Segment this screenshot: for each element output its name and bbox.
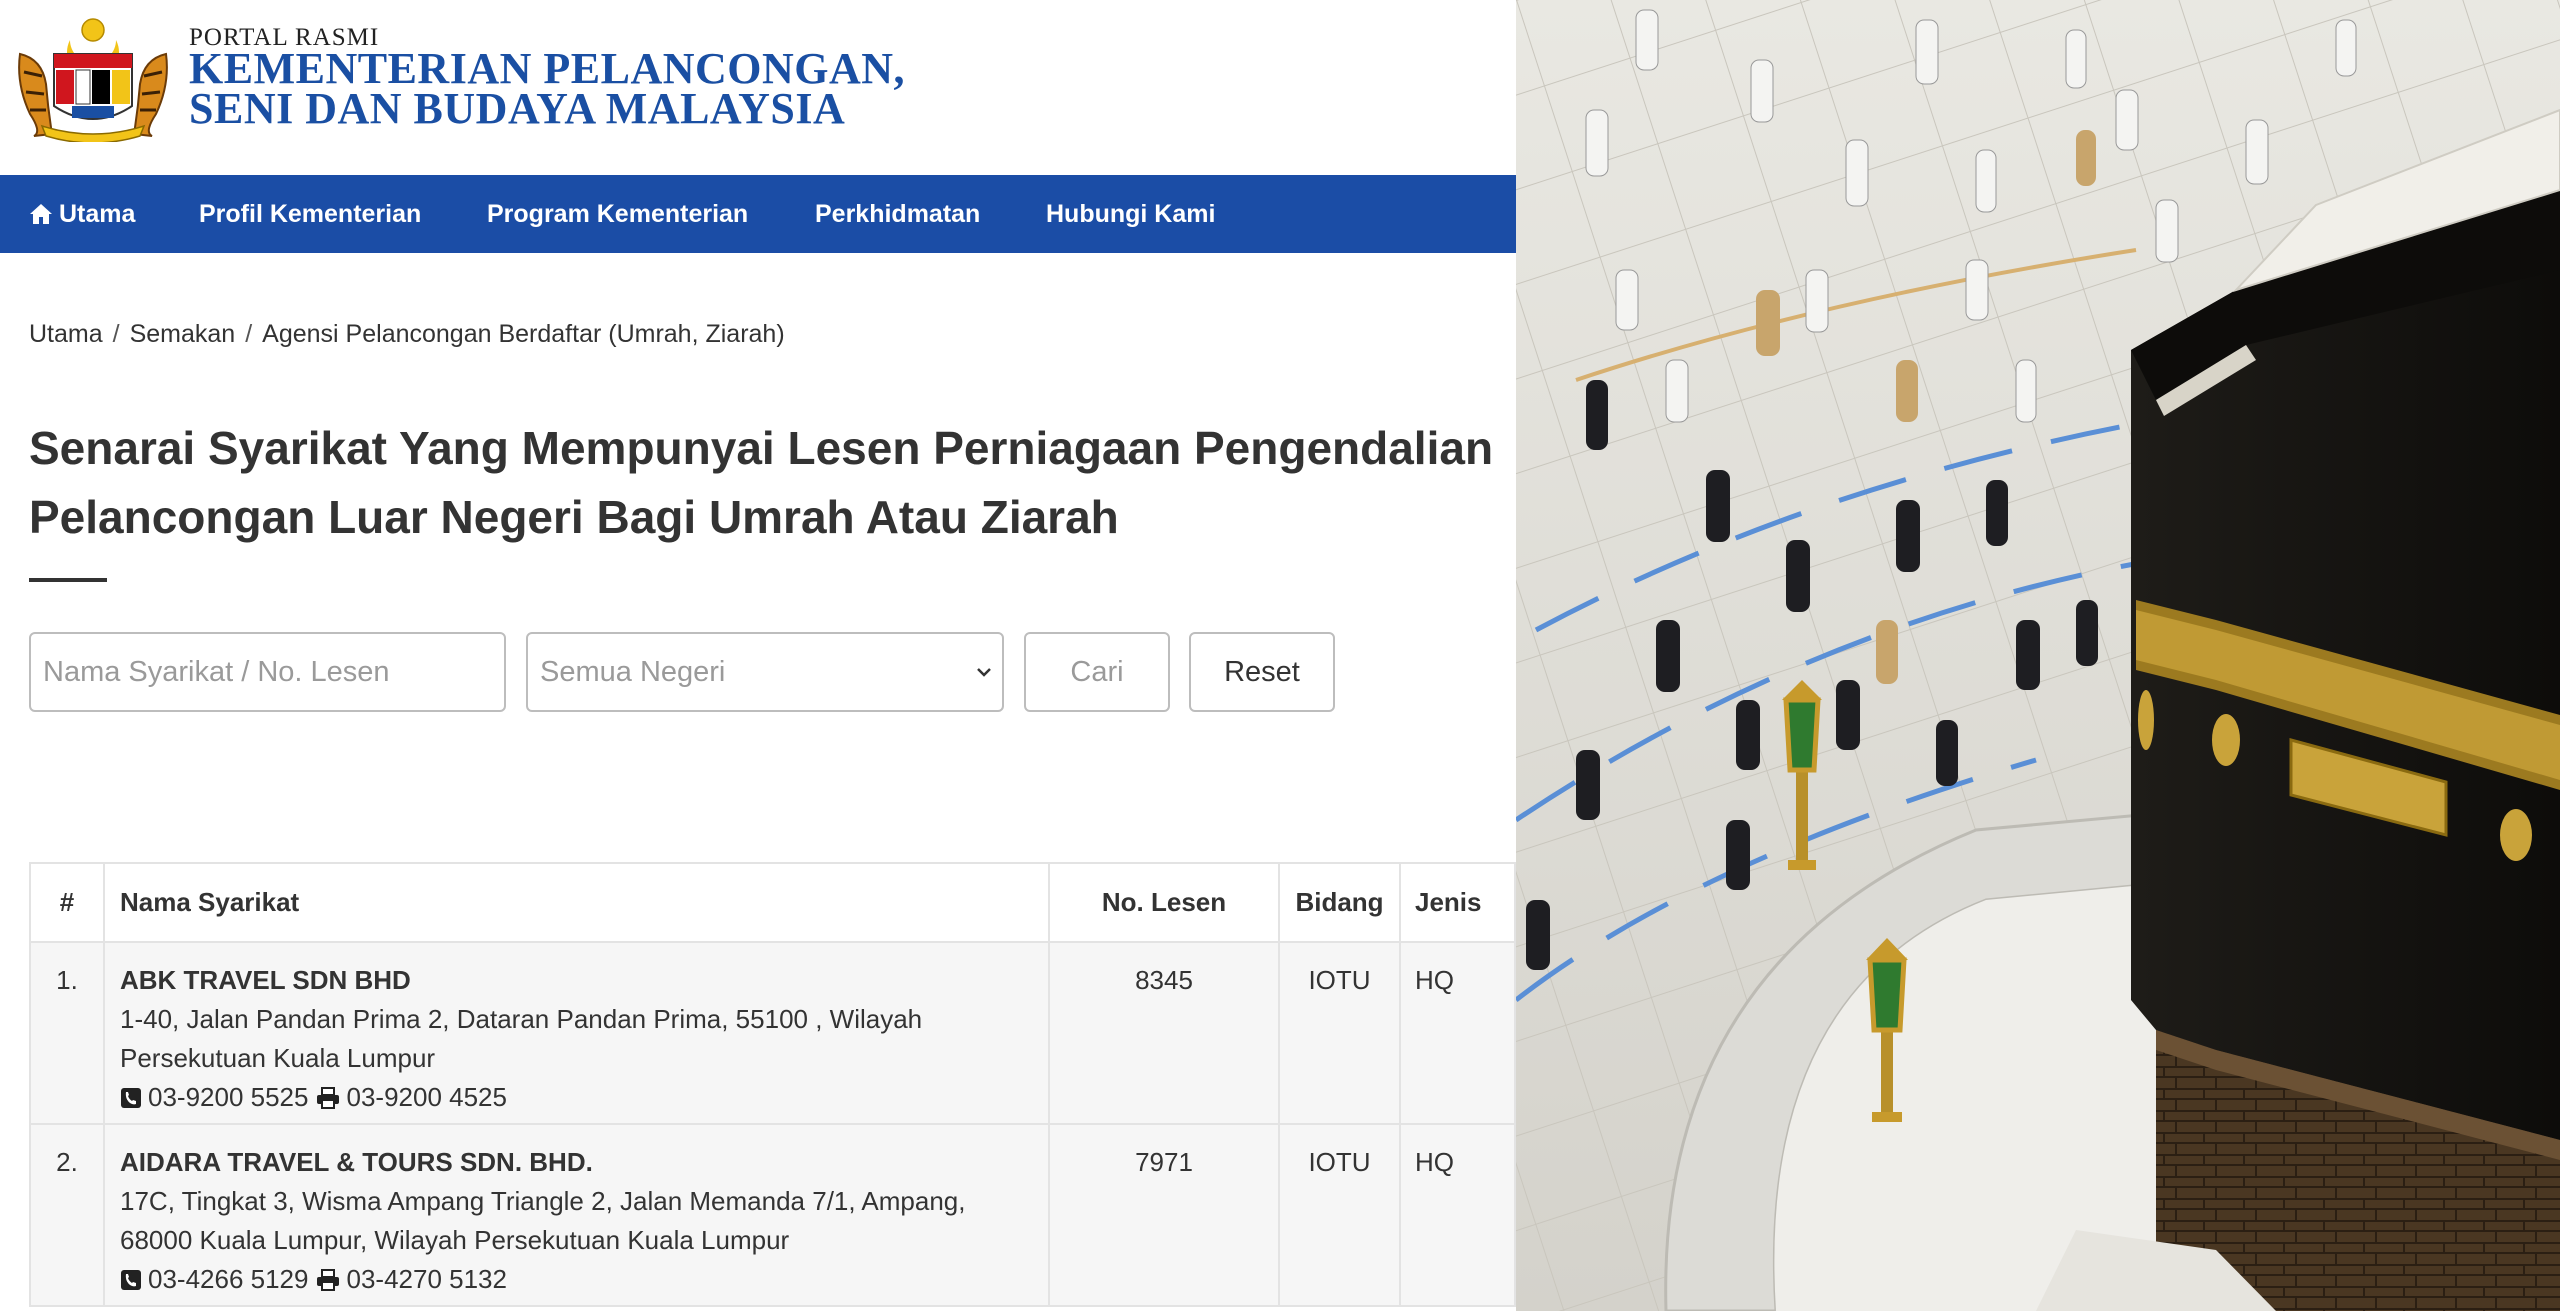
breadcrumb-item-utama[interactable]: Utama bbox=[29, 320, 103, 348]
company-contacts: 03-9200 5525 03-9200 4525 bbox=[120, 1078, 1047, 1117]
company-phone: 03-9200 5525 bbox=[148, 1082, 309, 1112]
fax-icon bbox=[317, 1269, 340, 1291]
fax-icon bbox=[317, 1087, 340, 1109]
phone-icon bbox=[121, 1270, 141, 1290]
nav-item-utama[interactable]: Utama bbox=[29, 175, 135, 253]
breadcrumb-separator: / bbox=[245, 320, 253, 348]
ministry-name-line1: KEMENTERIAN PELANCONGAN, bbox=[189, 44, 906, 93]
page-title-line1: Senarai Syarikat Yang Mempunyai Lesen Pe… bbox=[29, 422, 1494, 474]
nav-item-perkhidmatan[interactable]: Perkhidmatan bbox=[815, 175, 980, 253]
company-cell: AIDARA TRAVEL & TOURS SDN. BHD. 17C, Tin… bbox=[103, 1123, 1050, 1307]
breadcrumb: Utama / Semakan / Agensi Pelancongan Berdaft… bbox=[29, 320, 785, 349]
breadcrumb-item-current: Agensi Pelancongan Berdaftar (Umrah, Zia… bbox=[262, 320, 785, 348]
company-name: ABK TRAVEL SDN BHD bbox=[120, 965, 411, 995]
nav-item-profil-kementerian[interactable]: Profil Kementerian bbox=[199, 175, 421, 253]
column-header-jenis: Jenis bbox=[1399, 862, 1516, 943]
phone-icon bbox=[121, 1088, 141, 1108]
company-search-input[interactable]: Nama Syarikat / No. Lesen bbox=[29, 632, 506, 712]
title-underline bbox=[29, 578, 107, 582]
field-type: IOTU bbox=[1278, 941, 1401, 1125]
company-contacts: 03-4266 5129 03-4270 5132 bbox=[120, 1260, 1047, 1299]
search-button[interactable]: Cari bbox=[1024, 632, 1170, 712]
office-type: HQ bbox=[1399, 941, 1516, 1125]
ministry-name-line2: SENI DAN BUDAYA MALAYSIA bbox=[189, 84, 846, 133]
license-number: 8345 bbox=[1048, 941, 1280, 1125]
license-number: 7971 bbox=[1048, 1123, 1280, 1307]
state-select-value: Semua Negeri bbox=[540, 656, 726, 688]
company-address-line1: 1-40, Jalan Pandan Prima 2, Dataran Pand… bbox=[120, 1004, 923, 1034]
company-address-line2: Persekutuan Kuala Lumpur bbox=[120, 1043, 436, 1073]
field-type: IOTU bbox=[1278, 1123, 1401, 1307]
table-row: 2. AIDARA TRAVEL & TOURS SDN. BHD. 17C, … bbox=[29, 1123, 1516, 1307]
breadcrumb-item-semakan[interactable]: Semakan bbox=[130, 320, 236, 348]
column-header-lesen: No. Lesen bbox=[1048, 862, 1280, 943]
breadcrumb-separator: / bbox=[112, 320, 120, 348]
state-select[interactable]: Semua Negeri bbox=[526, 632, 1004, 712]
column-header-name: Nama Syarikat bbox=[103, 862, 1050, 943]
reset-button[interactable]: Reset bbox=[1189, 632, 1335, 712]
company-name: AIDARA TRAVEL & TOURS SDN. BHD. bbox=[120, 1147, 593, 1177]
home-icon bbox=[30, 204, 52, 224]
nav-item-hubungi-kami[interactable]: Hubungi Kami bbox=[1046, 175, 1215, 253]
company-fax: 03-9200 4525 bbox=[346, 1082, 507, 1112]
company-cell: ABK TRAVEL SDN BHD 1-40, Jalan Pandan Pr… bbox=[103, 941, 1050, 1125]
chevron-down-icon bbox=[977, 668, 991, 677]
nav-item-program-kementerian[interactable]: Program Kementerian bbox=[487, 175, 748, 253]
site-header: PORTAL RASMI KEMENTERIAN PELANCONGAN, SE… bbox=[0, 0, 1516, 175]
company-table: # Nama Syarikat No. Lesen Bidang Jenis 1… bbox=[29, 862, 1516, 1307]
page-title: Senarai Syarikat Yang Mempunyai Lesen Pe… bbox=[29, 414, 1509, 552]
column-header-num: # bbox=[29, 862, 105, 943]
main-navbar: Utama Profil Kementerian Program Kemente… bbox=[0, 175, 1516, 253]
office-type: HQ bbox=[1399, 1123, 1516, 1307]
table-header-row: # Nama Syarikat No. Lesen Bidang Jenis bbox=[29, 862, 1516, 943]
main-panel: PORTAL RASMI KEMENTERIAN PELANCONGAN, SE… bbox=[0, 0, 1516, 1311]
page-title-line2: Pelancongan Luar Negeri Bagi Umrah Atau … bbox=[29, 491, 1119, 543]
kaaba-photo bbox=[1516, 0, 2560, 1311]
company-fax: 03-4270 5132 bbox=[346, 1264, 507, 1294]
row-number: 1. bbox=[29, 941, 105, 1125]
ministry-name[interactable]: KEMENTERIAN PELANCONGAN, SENI DAN BUDAYA… bbox=[189, 44, 906, 133]
column-header-bidang: Bidang bbox=[1278, 862, 1401, 943]
row-number: 2. bbox=[29, 1123, 105, 1307]
company-address-line1: 17C, Tingkat 3, Wisma Ampang Triangle 2,… bbox=[120, 1186, 966, 1216]
malaysia-coat-of-arms-icon[interactable] bbox=[12, 14, 174, 142]
company-address-line2: 68000 Kuala Lumpur, Wilayah Persekutuan … bbox=[120, 1225, 790, 1255]
company-phone: 03-4266 5129 bbox=[148, 1264, 309, 1294]
nav-item-label: Utama bbox=[59, 200, 136, 228]
table-row: 1. ABK TRAVEL SDN BHD 1-40, Jalan Pandan… bbox=[29, 941, 1516, 1125]
